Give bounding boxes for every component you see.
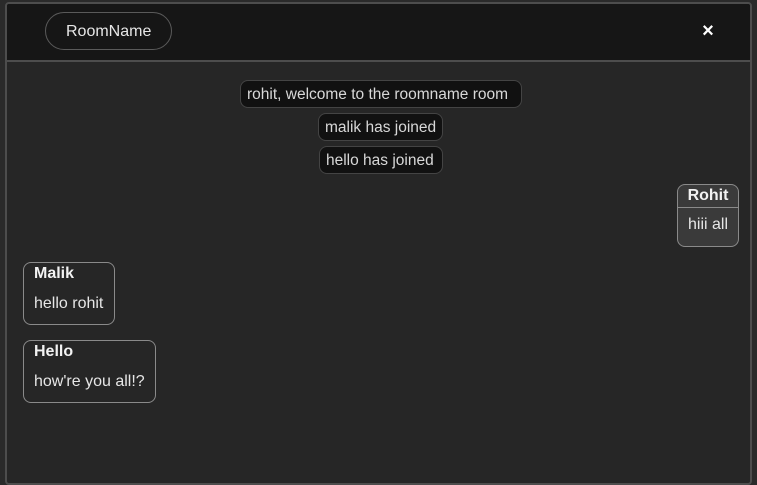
message-list[interactable]: rohit, welcome to the roomname room mali… xyxy=(7,62,750,483)
message-author: Hello xyxy=(34,343,74,360)
chat-window: RoomName × rohit, welcome to the roomnam… xyxy=(5,2,752,485)
room-name-badge[interactable]: RoomName xyxy=(45,12,173,50)
message-text: hello rohit xyxy=(34,295,104,312)
close-button[interactable]: × xyxy=(698,19,718,43)
chat-message: Hello how're you all!? xyxy=(23,340,156,403)
system-message: rohit, welcome to the roomname room xyxy=(240,80,522,108)
message-text: how're you all!? xyxy=(34,373,145,390)
message-text: hiii all xyxy=(688,216,729,233)
message-author: Malik xyxy=(34,265,75,282)
system-message: malik has joined xyxy=(318,113,443,141)
chat-header: RoomName × xyxy=(7,4,750,62)
message-author: Rohit xyxy=(678,185,738,208)
system-message: hello has joined xyxy=(319,146,443,174)
chat-message-own: Rohit hiii all xyxy=(677,184,739,247)
chat-message: Malik hello rohit xyxy=(23,262,115,325)
